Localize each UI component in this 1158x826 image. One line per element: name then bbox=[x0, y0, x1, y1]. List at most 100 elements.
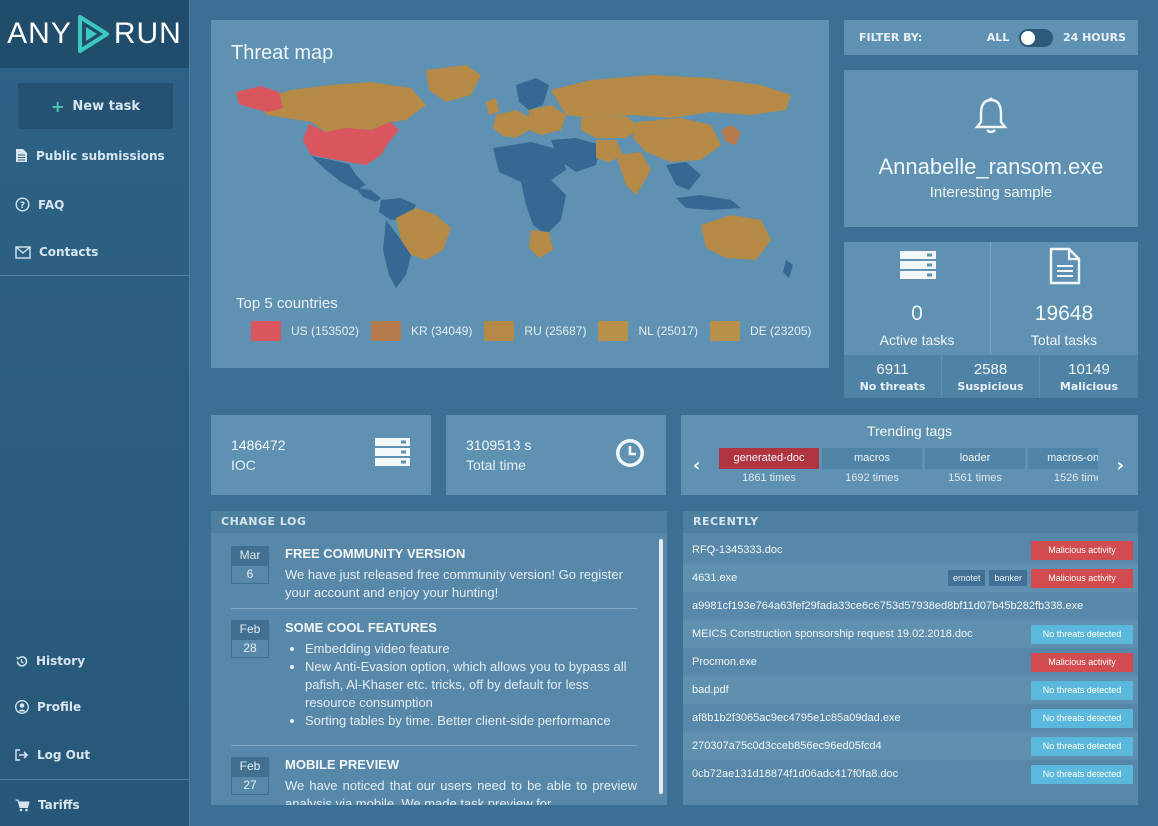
legend-label: RU (25687) bbox=[524, 324, 587, 338]
recent-row[interactable]: a9981cf193e764a63fef29fada33ce6c6753d579… bbox=[683, 592, 1138, 620]
map-region-canada bbox=[259, 82, 426, 132]
nav-tariffs[interactable]: Tariffs bbox=[15, 798, 80, 812]
plus-icon: + bbox=[50, 96, 65, 116]
threat-map-card: Threat map Top 5 countries US (153502) K… bbox=[211, 20, 829, 368]
nav-logout[interactable]: Log Out bbox=[15, 748, 90, 762]
divider bbox=[231, 745, 637, 746]
suspicious-stat[interactable]: 2588 Suspicious bbox=[942, 355, 1039, 398]
user-icon bbox=[15, 700, 29, 714]
scrollbar[interactable] bbox=[659, 539, 663, 794]
logo[interactable]: ANY RUN bbox=[0, 0, 189, 68]
nav-public-submissions[interactable]: Public submissions bbox=[15, 148, 165, 163]
server-icon bbox=[900, 251, 936, 279]
recent-row[interactable]: bad.pdf No threats detected bbox=[683, 676, 1138, 704]
clock-icon bbox=[616, 439, 644, 467]
recent-row[interactable]: RFQ-1345333.doc Malicious activity bbox=[683, 536, 1138, 564]
filter-bar: FILTER BY: ALL 24 HOURS bbox=[844, 20, 1138, 55]
total-tasks-stat: 19648 Total tasks bbox=[991, 242, 1137, 354]
legend-item[interactable]: RU (25687) bbox=[484, 321, 586, 341]
logout-icon bbox=[15, 749, 29, 761]
recently-title: RECENTLY bbox=[683, 511, 1138, 533]
recent-tag[interactable]: emotet bbox=[947, 570, 986, 586]
recent-row[interactable]: 270307a75c0d3cceb856ec96ed05fcd4 No thre… bbox=[683, 732, 1138, 760]
changelog-title: CHANGE LOG bbox=[211, 511, 667, 533]
malicious-stat[interactable]: 10149 Malicious bbox=[1040, 355, 1138, 398]
map-region-korea-japan bbox=[721, 125, 741, 145]
trending-tag[interactable]: macros 1692 times bbox=[822, 448, 922, 488]
legend-item[interactable]: KR (34049) bbox=[371, 321, 472, 341]
verdict-badge: No threats detected bbox=[1031, 624, 1133, 644]
trending-tag[interactable]: macros-on-o 1526 time bbox=[1028, 448, 1098, 488]
svg-text:?: ? bbox=[20, 201, 25, 211]
tag-count: 1861 times bbox=[742, 472, 796, 484]
map-region-russia bbox=[551, 75, 791, 118]
nav-public-submissions-label: Public submissions bbox=[36, 148, 165, 163]
map-region-southeast-asia bbox=[666, 162, 701, 190]
tag-count: 1692 times bbox=[845, 472, 899, 484]
trending-tag[interactable]: generated-doc 1861 times bbox=[719, 448, 819, 488]
chevron-left-icon[interactable]: ‹ bbox=[693, 455, 700, 476]
ioc-value: 1486472 bbox=[231, 437, 286, 453]
filter-all-label[interactable]: ALL bbox=[987, 31, 1010, 44]
nav-history[interactable]: History bbox=[15, 654, 85, 668]
no-threats-stat[interactable]: 6911 No threats bbox=[844, 355, 941, 398]
map-region-alaska bbox=[236, 86, 283, 112]
chevron-right-icon[interactable]: › bbox=[1117, 455, 1124, 476]
map-region-australia bbox=[701, 215, 771, 260]
logo-run: RUN bbox=[113, 17, 182, 50]
new-task-label: New task bbox=[72, 98, 140, 114]
legend-swatch bbox=[710, 321, 741, 341]
recent-tag[interactable]: banker bbox=[989, 570, 1027, 586]
sidebar: ANY RUN + New task Public submissions ? … bbox=[0, 0, 190, 826]
entry-day: 6 bbox=[231, 565, 269, 584]
verdict-badge: Malicious activity bbox=[1031, 652, 1133, 672]
map-region-europe-west bbox=[493, 110, 531, 138]
ioc-card: 1486472 IOC bbox=[211, 415, 431, 495]
entry-month: Feb bbox=[231, 757, 269, 776]
map-region-europe-east bbox=[529, 105, 566, 135]
nav-contacts[interactable]: Contacts bbox=[15, 245, 98, 259]
filter-24h-label[interactable]: 24 HOURS bbox=[1063, 31, 1126, 44]
changelog-entry: Feb 28 SOME COOL FEATURES Embedding vide… bbox=[231, 620, 637, 746]
sample-name: Annabelle_ransom.exe bbox=[878, 154, 1104, 179]
legend-label: NL (25017) bbox=[638, 324, 699, 338]
tasks-stats-card: 0 Active tasks 19648 Total tasks 6911 No… bbox=[844, 242, 1138, 398]
nav-contacts-label: Contacts bbox=[39, 245, 99, 259]
entry-date: Feb 28 bbox=[231, 620, 269, 658]
recent-file-name: 4631.exe bbox=[692, 572, 738, 584]
recent-row[interactable]: af8b1b2f3065ac9ec4795e1c85a09dad.exe No … bbox=[683, 704, 1138, 732]
world-map[interactable] bbox=[231, 60, 811, 290]
interesting-sample-card[interactable]: Annabelle_ransom.exe Interesting sample bbox=[844, 70, 1138, 227]
entry-day: 28 bbox=[231, 639, 269, 658]
no-threats-value: 6911 bbox=[876, 361, 909, 378]
nav-profile[interactable]: Profile bbox=[15, 700, 81, 714]
period-toggle[interactable] bbox=[1019, 28, 1054, 47]
recent-row[interactable]: 4631.exe emotet banker Malicious activit… bbox=[683, 564, 1138, 592]
total-time-label: Total time bbox=[466, 457, 526, 473]
trending-tag[interactable]: loader 1561 times bbox=[925, 448, 1025, 488]
nav-faq[interactable]: ? FAQ bbox=[15, 197, 64, 212]
map-region-indonesia bbox=[676, 195, 741, 210]
legend-item[interactable]: DE (23205) bbox=[710, 321, 811, 341]
recent-row[interactable]: MEICS Construction sponsorship request 1… bbox=[683, 620, 1138, 648]
new-task-button[interactable]: + New task bbox=[18, 83, 173, 129]
tag-name: macros-on-o bbox=[1028, 448, 1098, 469]
legend-item[interactable]: NL (25017) bbox=[598, 321, 698, 341]
legend-label: KR (34049) bbox=[411, 324, 473, 338]
tag-name: macros bbox=[822, 448, 922, 469]
map-region-new-zealand bbox=[783, 260, 793, 278]
nav-history-label: History bbox=[36, 654, 86, 668]
legend-swatch bbox=[598, 321, 629, 341]
filter-toggle-group: ALL 24 HOURS bbox=[987, 28, 1126, 47]
top-countries-title: Top 5 countries bbox=[236, 295, 338, 312]
suspicious-label: Suspicious bbox=[957, 380, 1024, 393]
server-icon bbox=[375, 438, 410, 466]
map-region-central-america bbox=[356, 188, 381, 202]
changelog-entry: Mar 6 FREE COMMUNITY VERSION We have jus… bbox=[231, 546, 637, 609]
legend-item[interactable]: US (153502) bbox=[251, 321, 359, 341]
logo-any: ANY bbox=[7, 17, 72, 50]
map-region-scandinavia bbox=[516, 78, 549, 110]
play-icon bbox=[76, 14, 110, 54]
recent-row[interactable]: Procmon.exe Malicious activity bbox=[683, 648, 1138, 676]
recent-row[interactable]: 0cb72ae131d18874f1d06adc417f0fa8.doc No … bbox=[683, 760, 1138, 788]
